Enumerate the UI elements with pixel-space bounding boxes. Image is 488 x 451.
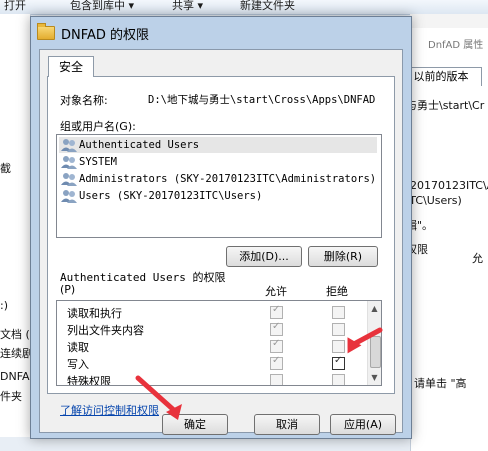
permission-name: 列出文件夹内容	[67, 324, 144, 337]
object-name-value: D:\地下城与勇士\start\Cross\Apps\DNFAD	[148, 94, 376, 106]
bg-nav-label: 件夹	[0, 390, 22, 403]
dialog-client: 安全 对象名称: D:\地下城与勇士\start\Cross\Apps\DNFA…	[39, 49, 403, 435]
allow-checkbox[interactable]	[270, 304, 283, 319]
bg-tab-previous-versions[interactable]: 以前的版本	[400, 67, 482, 86]
permission-row-read-execute: 读取和执行	[57, 304, 365, 321]
permissions-dialog: DNFAD 的权限 安全 对象名称: D:\地下城与勇士\start\Cross…	[30, 16, 412, 439]
permission-name: 特殊权限	[67, 375, 111, 386]
bg-share-button[interactable]: 共享 ▾	[172, 0, 203, 13]
folder-icon	[37, 23, 55, 40]
bg-path-text: 与勇士\start\Cr	[406, 99, 485, 112]
cancel-button[interactable]: 取消	[254, 414, 320, 435]
permission-name: 写入	[67, 358, 89, 371]
permission-row-list-folder: 列出文件夹内容	[57, 321, 365, 338]
deny-column-header: 拒绝	[326, 285, 348, 298]
user-group-icon	[61, 190, 77, 203]
bg-nav-label: 截	[0, 162, 11, 175]
user-group-icon	[61, 173, 77, 186]
list-item-authenticated-users[interactable]: Authenticated Users	[59, 137, 377, 153]
permissions-for-label: Authenticated Users 的权限	[60, 271, 226, 284]
list-item-administrators[interactable]: Administrators (SKY-20170123ITC\Administ…	[59, 171, 377, 187]
permission-row-read: 读取	[57, 338, 365, 355]
bg-allow-text: 允	[472, 252, 483, 265]
scroll-up-icon[interactable]: ▲	[370, 304, 379, 313]
dialog-title: DNFAD 的权限	[61, 28, 150, 43]
user-name: Administrators (SKY-20170123ITC\Administ…	[79, 173, 377, 185]
bg-open-button[interactable]: 打开	[4, 0, 26, 13]
allow-column-header: 允许	[265, 285, 287, 298]
access-control-help-link[interactable]: 了解访问控制和权限	[60, 402, 159, 418]
user-group-icon	[61, 139, 77, 152]
deny-checkbox[interactable]	[332, 323, 345, 336]
user-name: SYSTEM	[79, 156, 117, 168]
permission-name: 读取	[67, 341, 89, 354]
permission-name: 读取和执行	[67, 307, 122, 320]
bg-newfolder-button[interactable]: 新建文件夹	[240, 0, 295, 13]
user-group-icon	[61, 156, 77, 169]
deny-checkbox[interactable]	[332, 306, 345, 319]
permissions-scrollbar[interactable]: ▲ ▼	[367, 301, 381, 385]
add-user-button[interactable]: 添加(D)...	[226, 246, 302, 267]
bg-nav-label: :)	[0, 299, 8, 312]
bg-user-text: -20170123ITC\A	[406, 179, 488, 192]
permission-row-special: 特殊权限	[57, 372, 365, 386]
bg-user-text: ITC\Users)	[406, 194, 462, 207]
dialog-titlebar[interactable]: DNFAD 的权限	[31, 17, 411, 49]
list-item-users[interactable]: Users (SKY-20170123ITC\Users)	[59, 188, 377, 204]
allow-checkbox[interactable]	[270, 374, 283, 385]
permissions-for-key: (P)	[60, 283, 76, 296]
deny-checkbox[interactable]	[332, 374, 345, 385]
permissions-list: 读取和执行 列出文件夹内容 读取 写入 特殊权限	[56, 300, 382, 386]
bg-include-button[interactable]: 包含到库中 ▾	[70, 0, 134, 13]
group-label: 组或用户名(G):	[60, 120, 136, 133]
ok-button[interactable]: 确定	[162, 414, 228, 435]
background-toolbar: 打开 包含到库中 ▾ 共享 ▾ 新建文件夹	[0, 0, 488, 15]
list-item-system[interactable]: SYSTEM	[59, 154, 377, 170]
deny-checkbox[interactable]	[332, 355, 345, 370]
user-name: Authenticated Users	[79, 139, 200, 151]
remove-user-button[interactable]: 删除(R)	[308, 246, 378, 267]
allow-checkbox[interactable]	[270, 338, 283, 353]
scroll-down-icon[interactable]: ▼	[370, 373, 379, 382]
permission-row-write: 写入	[57, 355, 365, 372]
bg-nav-label: 连续剧	[0, 347, 33, 360]
apply-button[interactable]: 应用(A)	[330, 414, 396, 435]
allow-checkbox[interactable]	[270, 355, 283, 370]
user-name: Users (SKY-20170123ITC\Users)	[79, 190, 263, 202]
tab-security[interactable]: 安全	[48, 56, 94, 77]
background-nav-pane: 截 :) 文档 (F 连续剧 DNFAD 件夹	[0, 14, 38, 437]
allow-checkbox[interactable]	[270, 321, 283, 336]
user-list[interactable]: Authenticated Users SYSTEM Administrator…	[56, 134, 382, 238]
deny-checkbox[interactable]	[332, 340, 345, 353]
bg-window-title: DnfAD 属性	[428, 40, 484, 51]
object-name-label: 对象名称:	[60, 94, 108, 107]
scroll-thumb[interactable]	[370, 336, 381, 368]
bg-advanced-text: 请单击 "高	[414, 377, 467, 390]
